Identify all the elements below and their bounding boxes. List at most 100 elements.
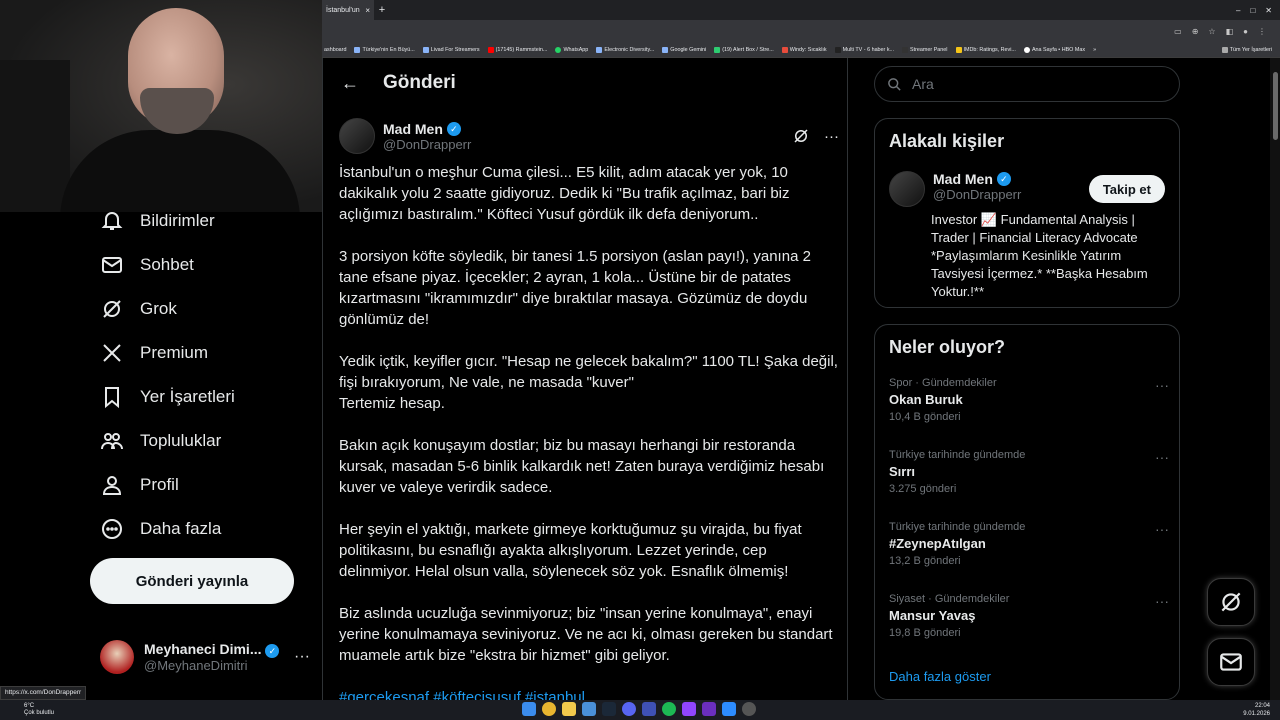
extensions-icon[interactable]: ◧ xyxy=(1226,27,1234,36)
bookmark-item[interactable]: (17145) Rammstein... xyxy=(487,46,547,53)
trend-more-icon[interactable]: ··· xyxy=(1155,521,1169,537)
star-icon[interactable]: ☆ xyxy=(1208,27,1215,36)
app-icon[interactable] xyxy=(642,702,656,716)
sidebar-item-profile[interactable]: Profil xyxy=(100,470,179,500)
account-switcher[interactable]: Meyhaneci Dimi... ✓ @MeyhaneDimitri ··· xyxy=(100,632,310,682)
post-hashtags[interactable]: #gerçekesnaf #köftecisusuf #istanbul xyxy=(339,687,839,700)
grok-icon xyxy=(103,300,121,318)
bookmark-item[interactable]: ashboard xyxy=(324,47,346,53)
follow-button[interactable]: Takip et xyxy=(1088,175,1165,203)
system-tray-clock[interactable]: 22:04 9.01.2026 xyxy=(1243,702,1270,718)
app-icon[interactable] xyxy=(722,702,736,716)
chrome-icon[interactable] xyxy=(542,702,556,716)
account-handle: @MeyhaneDimitri xyxy=(144,658,248,673)
sidebar-item-bookmarks[interactable]: Yer İşaretleri xyxy=(100,382,235,412)
search-input[interactable]: Ara xyxy=(874,66,1180,102)
verified-badge-icon: ✓ xyxy=(446,121,461,136)
sidebar-item-premium[interactable]: Premium xyxy=(100,338,208,368)
related-bio: Investor 📈 Fundamental Analysis | Trader… xyxy=(931,212,1148,299)
people-icon xyxy=(101,433,123,450)
verified-badge-icon: ✓ xyxy=(265,644,280,658)
weather-widget[interactable]: 6°C Çok bulutlu xyxy=(0,703,54,717)
steam-icon[interactable] xyxy=(602,702,616,716)
trend-more-icon[interactable]: ··· xyxy=(1155,593,1169,609)
discord-icon[interactable] xyxy=(622,702,636,716)
bookmark-item[interactable]: Electronic Diversity... xyxy=(596,46,654,53)
profile-icon[interactable]: ● xyxy=(1243,27,1248,36)
trend-more-icon[interactable]: ··· xyxy=(1155,377,1169,393)
search-icon xyxy=(888,77,901,91)
bookmark-item[interactable]: Türkiye'nin En Büyü... xyxy=(354,46,415,53)
related-people-title: Alakalı kişiler xyxy=(889,131,1005,151)
show-more-link[interactable]: Daha fazla göster xyxy=(889,669,991,684)
zoom-icon[interactable]: ⊕ xyxy=(1192,27,1199,36)
bookmark-item[interactable]: Google Gemini xyxy=(662,46,706,53)
post-more-icon[interactable]: ··· xyxy=(824,128,839,145)
bookmark-item[interactable]: Livad For Streamers xyxy=(422,46,480,53)
hbo-icon xyxy=(1023,46,1030,53)
file-explorer-icon[interactable] xyxy=(562,702,576,716)
bookmarks-more-button[interactable]: » xyxy=(1093,47,1096,53)
obs-icon[interactable] xyxy=(742,702,756,716)
imdb-icon xyxy=(955,46,962,53)
bell-icon xyxy=(101,212,123,230)
windows-taskbar: 6°C Çok bulutlu 22:04 9.01.2026 xyxy=(0,700,1280,720)
sidebar-item-communities[interactable]: Topluluklar xyxy=(100,426,221,456)
clock-date: 9.01.2026 xyxy=(1243,711,1270,717)
post-button[interactable]: Gönderi yayınla xyxy=(90,558,294,604)
scrollbar-thumb[interactable] xyxy=(1273,72,1278,140)
avatar xyxy=(100,640,134,674)
twitch-icon[interactable] xyxy=(682,702,696,716)
close-icon[interactable]: × xyxy=(365,6,370,15)
sidebar-item-grok[interactable]: Grok xyxy=(100,294,177,324)
bookmark-favicon-icon xyxy=(422,46,429,53)
all-bookmarks-folder[interactable]: Tüm Yer İşaretleri xyxy=(1221,46,1278,53)
bookmark-item[interactable]: Ana Sayfa • HBO Max xyxy=(1023,46,1085,53)
bookmark-item[interactable]: Windy: Sıcaklık xyxy=(781,46,827,53)
windy-icon xyxy=(781,46,788,53)
x-logo-icon xyxy=(103,344,121,362)
trend-item[interactable]: Siyaset · Gündemdekiler Mansur Yavaş 19,… xyxy=(889,593,1169,639)
minimize-button[interactable]: – xyxy=(1236,6,1240,15)
browser-tab[interactable]: İstanbul'un × xyxy=(322,0,374,20)
grok-fab[interactable] xyxy=(1207,578,1255,626)
verified-badge-icon: ✓ xyxy=(996,172,1011,186)
more-circle-icon xyxy=(102,519,122,539)
post-paragraph: İstanbul'un o meşhur Cuma çilesi... E5 k… xyxy=(339,164,790,223)
app-icon[interactable] xyxy=(582,702,596,716)
trend-more-icon[interactable]: ··· xyxy=(1155,449,1169,465)
gemini-icon xyxy=(662,46,669,53)
folder-icon xyxy=(1221,46,1228,53)
bookmark-item[interactable]: Streamer Panel xyxy=(902,46,948,53)
app-icon[interactable] xyxy=(702,702,716,716)
messages-fab[interactable] xyxy=(1207,638,1255,686)
new-tab-button[interactable]: + xyxy=(374,4,390,16)
back-button[interactable]: ← xyxy=(341,73,359,94)
account-more-icon[interactable]: ··· xyxy=(294,648,310,666)
spotify-icon[interactable] xyxy=(662,702,676,716)
bookmark-item[interactable]: WhatsApp xyxy=(555,46,588,53)
maximize-button[interactable]: □ xyxy=(1250,6,1255,15)
close-window-button[interactable]: ✕ xyxy=(1265,6,1272,15)
trend-item[interactable]: Türkiye tarihinde gündemde Sırrı 3.275 g… xyxy=(889,449,1169,495)
grok-icon[interactable] xyxy=(792,127,810,145)
author-name[interactable]: Mad Men ✓ xyxy=(383,121,471,137)
related-people-card: Alakalı kişiler Mad Men ✓ @DonDrapperr Ta… xyxy=(874,118,1180,308)
tab-title: İstanbul'un xyxy=(326,6,360,14)
cast-icon[interactable]: ▭ xyxy=(1174,27,1182,36)
bookmark-item[interactable]: Multi TV - 6 haber k... xyxy=(834,46,894,53)
windows-start-icon[interactable] xyxy=(522,702,536,716)
post-paragraph: 3 porsiyon köfte söyledik, bir tanesi 1.… xyxy=(339,248,811,328)
sidebar-item-chat[interactable]: Sohbet xyxy=(100,250,194,280)
bookmark-item[interactable]: (19) Alert Box / Stre... xyxy=(714,46,774,53)
trend-item[interactable]: Türkiye tarihinde gündemde #ZeynepAtılga… xyxy=(889,521,1169,567)
author-handle[interactable]: @DonDrapperr xyxy=(383,137,471,152)
trend-item[interactable]: Spor · Gündemdekiler Okan Buruk 10,4 B g… xyxy=(889,377,1169,423)
weather-temp: 6°C xyxy=(24,703,35,709)
sidebar-item-more[interactable]: Daha fazla xyxy=(100,514,221,544)
menu-icon[interactable]: ⋮ xyxy=(1258,27,1266,36)
bookmark-favicon-icon xyxy=(714,46,721,53)
author-avatar[interactable] xyxy=(339,118,375,154)
bookmark-item[interactable]: IMDb: Ratings, Revi... xyxy=(955,46,1016,53)
page-scrollbar[interactable] xyxy=(1270,58,1280,700)
